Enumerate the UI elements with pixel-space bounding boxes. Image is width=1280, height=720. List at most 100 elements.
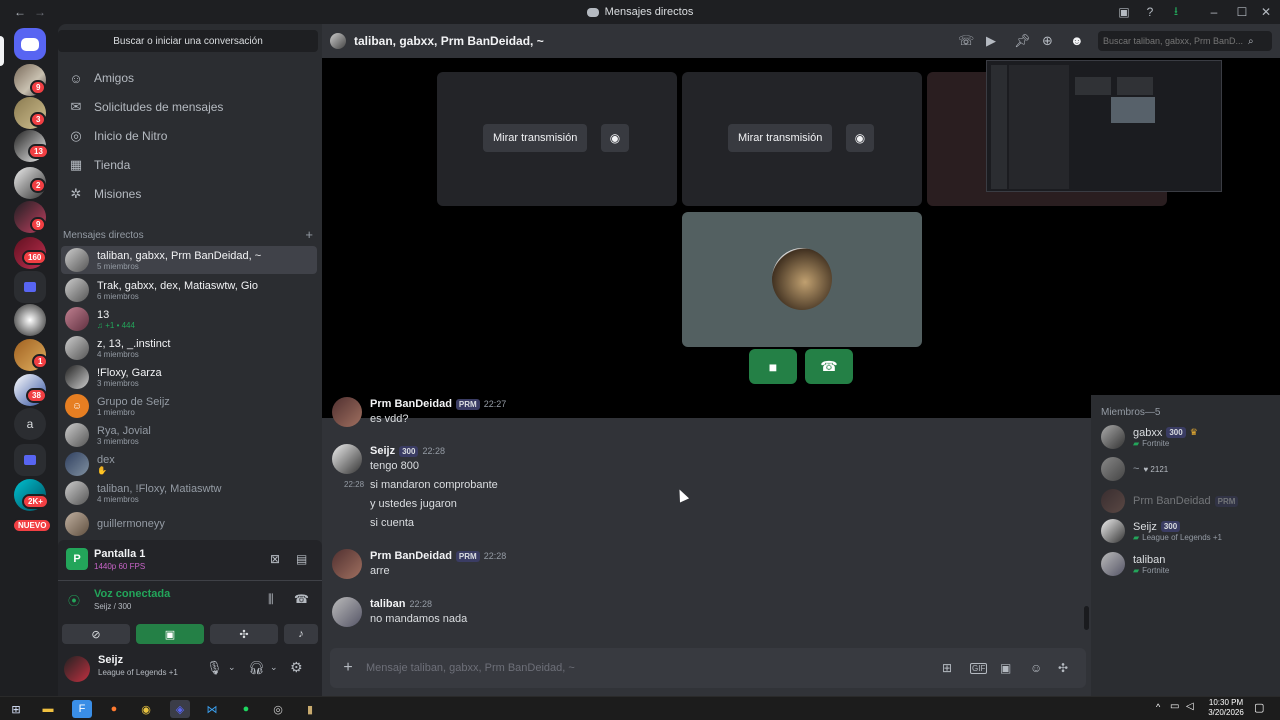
- nav-nitro[interactable]: ◎ Inicio de Nitro: [62, 123, 318, 149]
- firefox-icon[interactable]: ●: [104, 700, 124, 718]
- nav-message-requests[interactable]: ✉ Solicitudes de mensajes: [62, 94, 318, 120]
- gif-icon[interactable]: GIF: [970, 662, 988, 674]
- search-conversation-button[interactable]: Buscar o iniciar una conversación: [58, 30, 318, 52]
- screen-share-button[interactable]: ▣: [136, 624, 204, 644]
- nav-quests[interactable]: ✲ Misiones: [62, 181, 318, 207]
- activities-button[interactable]: ✣: [210, 624, 278, 644]
- league-icon[interactable]: ▮: [300, 700, 320, 718]
- start-icon[interactable]: ⊞: [6, 700, 26, 718]
- emoji-icon[interactable]: ☺: [1030, 661, 1042, 675]
- network-icon[interactable]: ▭: [1170, 701, 1179, 712]
- member-item[interactable]: Prm BanDeidad PRM: [1101, 487, 1276, 515]
- gear-icon[interactable]: ⚙: [290, 659, 303, 676]
- dm-item[interactable]: 13 ♫ +1 • 444: [61, 305, 317, 333]
- member-item[interactable]: ~ ♥ 2121: [1101, 455, 1276, 483]
- server-folder[interactable]: [14, 444, 46, 476]
- chevron-down-icon[interactable]: ⌄: [270, 662, 278, 673]
- avatar[interactable]: [332, 549, 362, 579]
- server-letter-icon[interactable]: a: [14, 408, 46, 440]
- chrome-icon[interactable]: ◉: [136, 700, 156, 718]
- avatar[interactable]: [332, 597, 362, 627]
- home-button[interactable]: [14, 28, 46, 60]
- minimize-icon[interactable]: –: [1206, 4, 1222, 20]
- status-text: ♥ 2121: [1143, 464, 1169, 474]
- camera-button[interactable]: ■: [749, 349, 797, 384]
- clock[interactable]: 10:30 PM 3/20/2026: [1204, 698, 1248, 718]
- sticker-icon[interactable]: ▣: [1000, 661, 1011, 675]
- volume-icon[interactable]: ◁: [1186, 701, 1194, 712]
- tray-chevron-icon[interactable]: ^: [1156, 702, 1160, 712]
- watch-stream-button[interactable]: Mirar transmisión: [483, 124, 588, 152]
- stop-stream-icon[interactable]: ⊠: [270, 552, 280, 566]
- disconnect-icon[interactable]: ☎: [294, 592, 309, 606]
- member-item[interactable]: taliban ▰ Fortnite: [1101, 550, 1276, 578]
- dm-item[interactable]: Rya, Jovial 3 miembros: [61, 421, 317, 449]
- chat-search-input[interactable]: [1098, 36, 1248, 46]
- dm-item[interactable]: dex ✋: [61, 450, 317, 478]
- noise-suppression-icon[interactable]: ⫼: [268, 592, 274, 607]
- dm-list-header: Mensajes directos +: [63, 227, 313, 242]
- soundboard-button[interactable]: ♪: [284, 624, 318, 644]
- dm-item[interactable]: !Floxy, Garza 3 miembros: [61, 363, 317, 391]
- server-icon[interactable]: [14, 304, 46, 336]
- add-friend-icon[interactable]: ⊕: [1042, 33, 1053, 49]
- chat-search-box[interactable]: ⌕: [1098, 31, 1272, 51]
- headphones-icon[interactable]: 🎧︎: [248, 660, 265, 676]
- maximize-icon[interactable]: ☐: [1234, 4, 1250, 20]
- video-call-icon[interactable]: ▶: [986, 33, 996, 49]
- steam-icon[interactable]: ◎: [268, 700, 288, 718]
- spotify-icon[interactable]: ●: [236, 700, 256, 718]
- camera-off-button[interactable]: ⊘: [62, 624, 130, 644]
- message-time: 22:27: [483, 399, 507, 409]
- scrollbar[interactable]: [1084, 606, 1089, 630]
- member-item[interactable]: Seijz 300 ▰ League of Legends +1: [1101, 517, 1276, 545]
- voice-call-icon[interactable]: ☏: [958, 33, 974, 49]
- vscode-icon[interactable]: ⋈: [202, 700, 222, 718]
- gift-icon[interactable]: ⊞: [942, 661, 952, 675]
- watch-stream-button[interactable]: Mirar transmisión: [728, 124, 833, 152]
- dm-item[interactable]: guillermoneyy: [61, 510, 317, 538]
- notification-icon[interactable]: ▢: [1254, 701, 1264, 714]
- file-explorer-icon[interactable]: ▬: [38, 700, 58, 718]
- message-author[interactable]: Seijz: [370, 445, 395, 457]
- preview-stream-button[interactable]: ◉: [601, 124, 629, 152]
- stream-tile[interactable]: Mirar transmisión ◉: [682, 72, 922, 206]
- members-list-icon[interactable]: ☻: [1070, 33, 1084, 48]
- add-dm-icon[interactable]: +: [305, 228, 313, 241]
- user-video-tile[interactable]: [682, 212, 922, 347]
- stream-tile[interactable]: Mirar transmisión ◉: [437, 72, 677, 206]
- apps-icon[interactable]: ✣: [1058, 661, 1068, 675]
- message-author[interactable]: Prm BanDeidad: [370, 550, 452, 562]
- app-icon[interactable]: F: [72, 700, 92, 718]
- inbox-icon[interactable]: ▣: [1116, 4, 1132, 20]
- stream-settings-icon[interactable]: ▤: [296, 552, 307, 566]
- message-input[interactable]: [366, 662, 906, 674]
- call-button[interactable]: ☎: [805, 349, 853, 384]
- nav-shop[interactable]: ▦ Tienda: [62, 152, 318, 178]
- nav-friends[interactable]: ☺ Amigos: [62, 65, 318, 91]
- game-controller-icon: ▰: [1133, 438, 1140, 448]
- avatar[interactable]: [332, 444, 362, 474]
- folder-icon: [24, 455, 36, 465]
- dm-item[interactable]: taliban, !Floxy, Matiaswtw 4 miembros: [61, 479, 317, 507]
- message-author[interactable]: taliban: [370, 598, 405, 610]
- server-folder[interactable]: [14, 271, 46, 303]
- discord-taskbar-icon[interactable]: ◈: [170, 700, 190, 718]
- close-icon[interactable]: ✕: [1258, 4, 1274, 20]
- preview-stream-button[interactable]: ◉: [846, 124, 874, 152]
- avatar[interactable]: [64, 656, 90, 682]
- add-attachment-icon[interactable]: +: [330, 659, 366, 677]
- message-author[interactable]: Prm BanDeidad: [370, 398, 452, 410]
- help-icon[interactable]: ?: [1142, 4, 1158, 20]
- member-item[interactable]: gabxx 300 ♛ ▰ Fortnite: [1101, 423, 1276, 451]
- download-icon[interactable]: ⭳: [1168, 4, 1184, 20]
- microphone-icon[interactable]: 🎙︎: [206, 660, 223, 676]
- pin-icon[interactable]: 📌︎: [1014, 33, 1031, 49]
- dm-item[interactable]: z, 13, _.instinct 4 miembros: [61, 334, 317, 362]
- avatar[interactable]: [332, 397, 362, 427]
- dm-item[interactable]: Trak, gabxx, dex, Matiaswtw, Gio 6 miembr…: [61, 276, 317, 304]
- message-composer: + ⊞ GIF ▣ ☺ ✣: [330, 648, 1086, 688]
- chevron-down-icon[interactable]: ⌄: [228, 662, 236, 673]
- dm-item[interactable]: taliban, gabxx, Prm BanDeidad, ~5 miembr…: [61, 246, 317, 274]
- dm-item[interactable]: ☺ Grupo de Seijz 1 miembro: [61, 392, 317, 420]
